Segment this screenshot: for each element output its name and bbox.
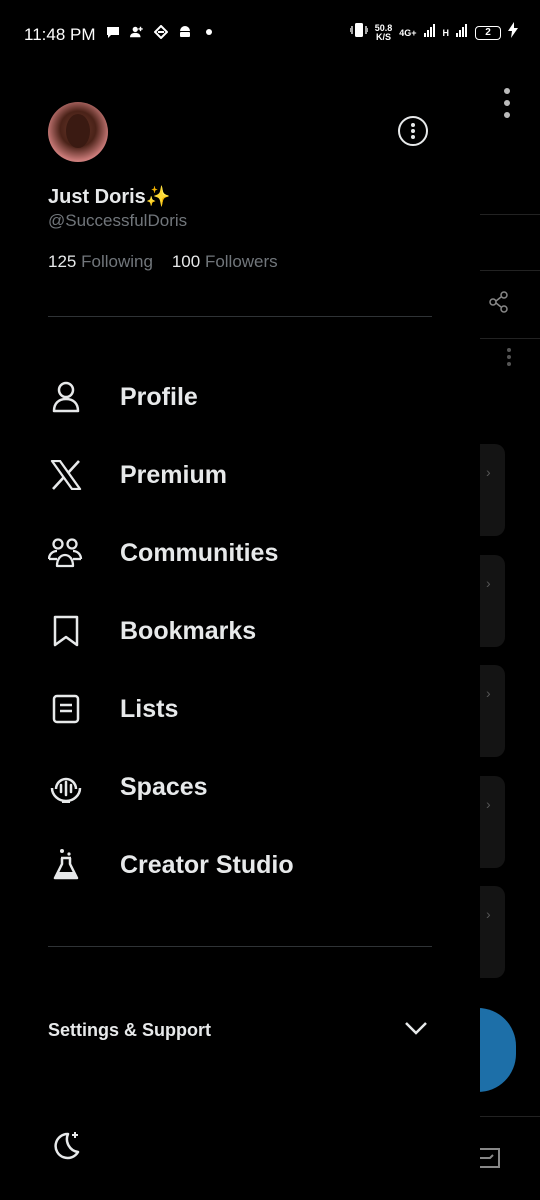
- menu-item-profile[interactable]: Profile: [0, 358, 480, 436]
- background-card: ›: [480, 555, 505, 647]
- background-more-icon: [504, 88, 510, 123]
- menu-label: Bookmarks: [120, 616, 257, 645]
- chevron-down-icon: [404, 1020, 428, 1041]
- menu-label: Premium: [120, 460, 227, 489]
- background-dots-icon: [507, 348, 511, 371]
- followers-count: 100: [171, 252, 201, 271]
- signal-icon-2: [456, 23, 468, 42]
- avatar[interactable]: [48, 102, 108, 162]
- background-card: ›: [480, 776, 505, 868]
- x-logo-icon: [48, 457, 84, 493]
- background-card: ›: [480, 886, 505, 978]
- following-link[interactable]: 125 Following: [48, 252, 158, 271]
- menu-item-communities[interactable]: Communities: [0, 514, 480, 592]
- moon-icon[interactable]: [48, 1128, 84, 1164]
- background-divider: [480, 270, 540, 271]
- divider: [48, 946, 432, 947]
- status-indicators: 50.8 K/S 4G+ H 2: [349, 22, 518, 43]
- menu-item-lists[interactable]: Lists: [0, 670, 480, 748]
- vibrate-icon: [349, 22, 369, 43]
- menu-item-spaces[interactable]: Spaces: [0, 748, 480, 826]
- background-divider: [480, 214, 540, 215]
- menu-label: Communities: [120, 538, 279, 567]
- following-label: Following: [81, 252, 153, 271]
- navigation-drawer: Just Doris✨ @SuccessfulDoris 125 Followi…: [0, 70, 480, 1200]
- android-icon: [178, 25, 192, 39]
- menu-item-bookmarks[interactable]: Bookmarks: [0, 592, 480, 670]
- background-divider: [480, 1116, 540, 1117]
- flask-icon: [48, 847, 84, 883]
- account-options-icon[interactable]: [398, 116, 428, 146]
- following-count: 125: [48, 252, 77, 271]
- person-icon: [48, 379, 84, 415]
- status-bar: 11:48 PM 50.8 K/S 4G+ H 2: [0, 0, 540, 70]
- followers-label: Followers: [204, 252, 278, 271]
- menu-label: Lists: [120, 694, 179, 723]
- charging-icon: [508, 22, 518, 43]
- settings-support-label: Settings & Support: [48, 1019, 211, 1040]
- menu-label: Creator Studio: [120, 850, 294, 879]
- follow-stats: 125 Following 100 Followers: [48, 252, 278, 272]
- menu-label: Profile: [120, 382, 198, 411]
- network-type-2: H: [442, 27, 450, 38]
- settings-support-toggle[interactable]: Settings & Support: [48, 1012, 432, 1048]
- signal-icon: [423, 23, 436, 42]
- battery-icon: 2: [475, 25, 501, 40]
- background-messages-icon: [478, 1146, 502, 1175]
- communities-icon: [48, 535, 84, 571]
- list-icon: [48, 691, 84, 727]
- spaces-icon: [48, 769, 84, 805]
- divider: [48, 316, 432, 317]
- followers-link[interactable]: 100 Followers: [172, 252, 278, 271]
- menu-item-creator-studio[interactable]: Creator Studio: [0, 826, 480, 904]
- background-share-icon: [488, 291, 510, 318]
- notification-icons: [106, 25, 216, 39]
- network-type: 4G+: [399, 27, 417, 38]
- background-card: ›: [480, 665, 505, 757]
- background-divider: [480, 338, 540, 339]
- menu-label: Spaces: [120, 772, 208, 801]
- more-notifications-dot-icon: [202, 25, 216, 39]
- menu-item-premium[interactable]: Premium: [0, 436, 480, 514]
- display-name[interactable]: Just Doris✨: [48, 184, 171, 209]
- status-time: 11:48 PM: [24, 25, 96, 44]
- user-handle: @SuccessfulDoris: [48, 211, 188, 230]
- bookmark-icon: [48, 613, 84, 649]
- net-speed-unit: K/S: [375, 31, 391, 42]
- network-speed: 50.8 K/S: [375, 23, 393, 42]
- app-notification-icon: [154, 25, 168, 39]
- chat-notification-icon: [106, 25, 120, 39]
- add-person-notification-icon: [130, 25, 144, 39]
- background-card: ›: [480, 444, 505, 536]
